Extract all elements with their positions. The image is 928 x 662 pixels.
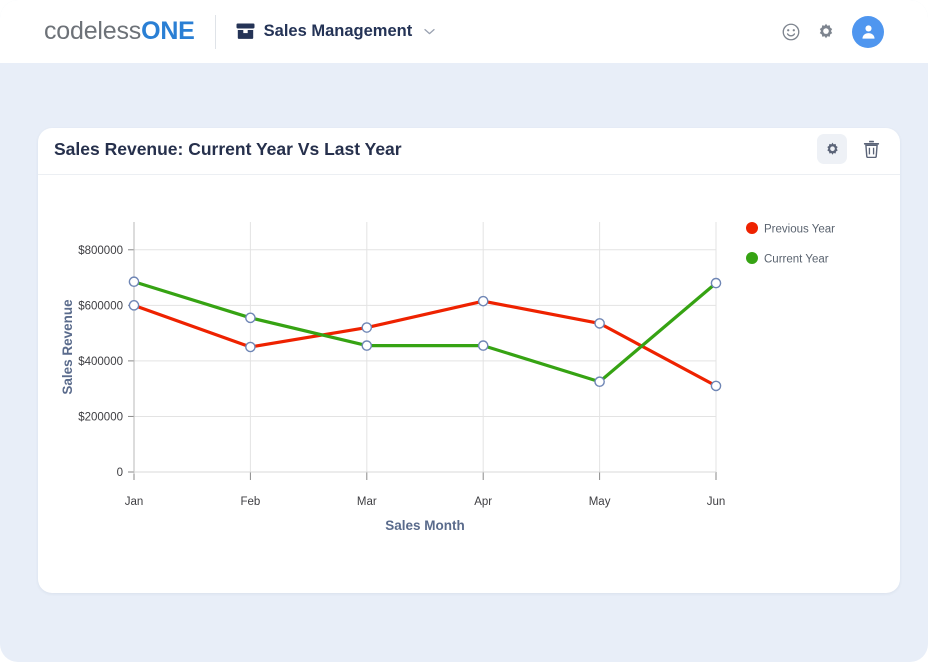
- gear-icon[interactable]: [817, 23, 835, 41]
- x-tick-label: Feb: [240, 496, 260, 508]
- avatar[interactable]: [852, 15, 884, 48]
- data-point-marker[interactable]: [594, 318, 605, 329]
- data-point-marker[interactable]: [128, 276, 140, 288]
- data-point-marker[interactable]: [477, 295, 489, 307]
- y-tick-label: $600000: [78, 300, 123, 312]
- app-menu-dropdown[interactable]: Sales Management: [236, 22, 436, 41]
- y-axis-title: Sales Revenue: [60, 299, 75, 395]
- y-tick-label: $200000: [78, 411, 123, 423]
- data-point-marker[interactable]: [128, 300, 140, 311]
- series-line: [132, 299, 718, 388]
- chart-axes: [128, 222, 717, 480]
- card-header: Sales Revenue: Current Year Vs Last Year: [38, 128, 900, 175]
- x-tick-label: Jan: [125, 496, 144, 508]
- data-point-marker[interactable]: [710, 380, 722, 392]
- x-axis-title: Sales Month: [385, 518, 465, 533]
- archive-box-icon: [236, 23, 255, 40]
- y-tick-label: $800000: [78, 245, 123, 257]
- legend-label[interactable]: Current Year: [764, 254, 829, 266]
- x-tick-label: Apr: [474, 496, 492, 508]
- data-point-marker[interactable]: [594, 376, 605, 388]
- brand-logo-bold: ONE: [141, 17, 195, 45]
- data-point-marker[interactable]: [245, 312, 256, 324]
- x-tick-label: Mar: [357, 496, 377, 508]
- legend-swatch: [746, 222, 758, 234]
- y-axis-tick-labels: $800000 $600000 $400000 $200000 0: [78, 245, 123, 479]
- data-point-marker[interactable]: [361, 322, 373, 333]
- line-chart: $800000 $600000 $400000 $200000 0 Jan Feb Mar A…: [60, 222, 835, 533]
- series-line: [132, 280, 718, 384]
- chart-card: Sales Revenue: Current Year Vs Last Year: [38, 128, 900, 593]
- chevron-down-icon: [424, 26, 435, 38]
- data-point-marker[interactable]: [361, 340, 373, 351]
- brand-logo[interactable]: codelessONE: [44, 17, 195, 46]
- content-area: Sales Revenue: Current Year Vs Last Year: [0, 63, 928, 662]
- page-title: Sales Revenue: Current Year Vs Last Year: [54, 139, 402, 159]
- brand-logo-light: codeless: [44, 17, 142, 45]
- legend-swatch: [746, 252, 758, 264]
- settings-button[interactable]: [817, 134, 847, 164]
- app-frame: codelessONE Sales Management Sales Reven…: [0, 0, 928, 662]
- data-point-marker[interactable]: [477, 340, 489, 351]
- chart-legend: Previous Year Current Year: [746, 222, 835, 266]
- x-tick-label: May: [589, 496, 611, 508]
- x-axis-tick-labels: Jan Feb Mar Apr May Jun: [125, 496, 726, 508]
- chart-series: [128, 276, 722, 392]
- legend-label[interactable]: Previous Year: [764, 224, 835, 236]
- app-menu-label: Sales Management: [263, 22, 413, 40]
- card-action-buttons: [817, 134, 886, 164]
- top-bar: codelessONE Sales Management: [0, 0, 928, 63]
- chart-plot-area: $800000 $600000 $400000 $200000 0 Jan Feb Mar A…: [38, 175, 900, 593]
- trash-icon: [863, 140, 879, 158]
- user-avatar-icon: [861, 25, 875, 39]
- smiley-icon[interactable]: [782, 23, 800, 41]
- data-point-marker[interactable]: [245, 341, 256, 353]
- top-bar-actions: [782, 0, 884, 63]
- y-tick-label: 0: [117, 467, 123, 479]
- data-point-marker[interactable]: [710, 277, 722, 289]
- delete-button[interactable]: [856, 134, 886, 164]
- brand-separator: [214, 14, 216, 49]
- x-tick-label: Jun: [707, 496, 726, 508]
- y-tick-label: $400000: [78, 356, 123, 368]
- gear-icon: [826, 142, 838, 155]
